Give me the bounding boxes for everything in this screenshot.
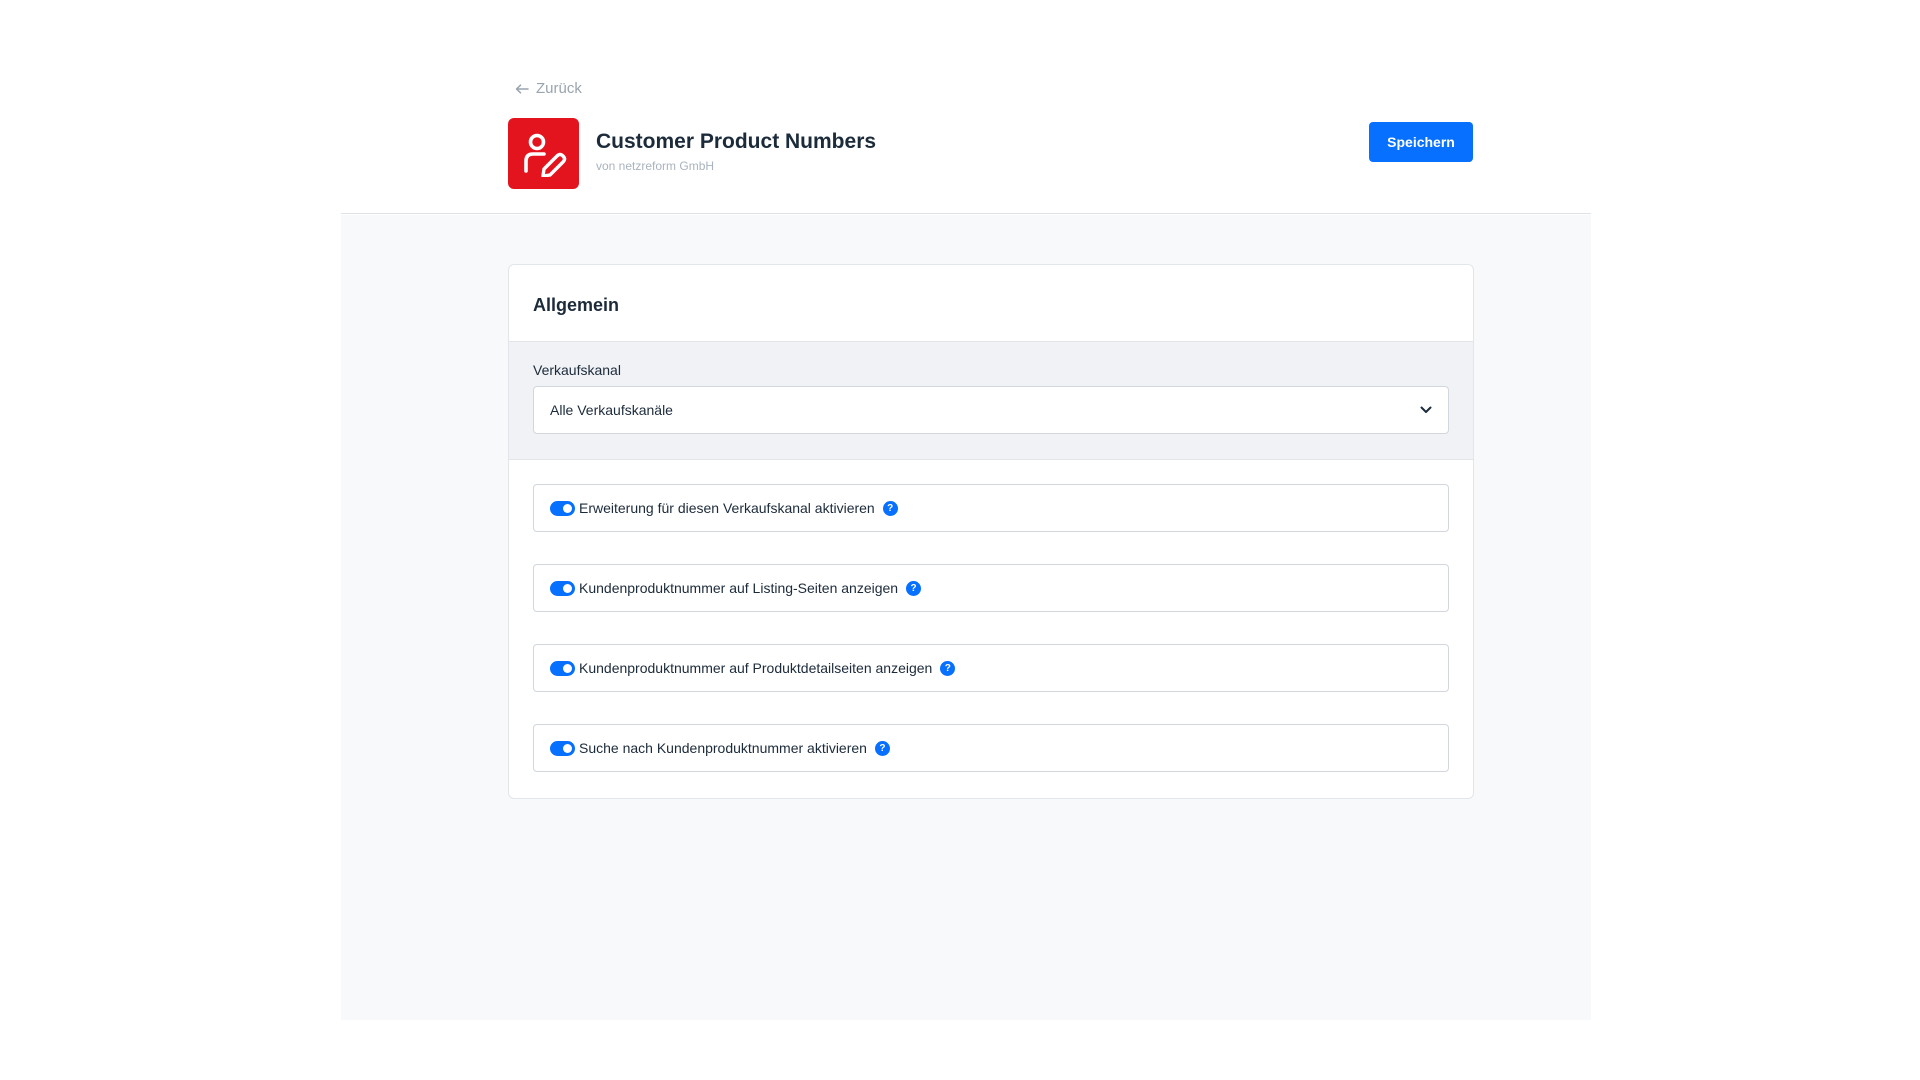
option-show-on-detail: Kundenproduktnummer auf Produktdetailsei… <box>533 644 1449 692</box>
option-label: Kundenproduktnummer auf Produktdetailsei… <box>579 660 933 676</box>
arrow-left-icon <box>515 83 529 94</box>
app-logo <box>508 118 579 189</box>
sales-channel-value: Alle Verkaufskanäle <box>550 402 673 418</box>
help-icon[interactable]: ? <box>906 580 922 596</box>
option-show-on-listing: Kundenproduktnummer auf Listing-Seiten a… <box>533 564 1449 612</box>
card-header: Allgemein <box>509 265 1473 342</box>
sales-channel-label: Verkaufskanal <box>533 362 621 378</box>
toggle-switch[interactable] <box>550 580 575 596</box>
main-content: Allgemein Verkaufskanal Alle Verkaufskan… <box>341 215 1591 1020</box>
option-enable-extension: Erweiterung für diesen Verkaufskanal akt… <box>533 484 1449 532</box>
settings-card: Allgemein Verkaufskanal Alle Verkaufskan… <box>508 264 1474 799</box>
sales-channel-section: Verkaufskanal Alle Verkaufskanäle <box>509 342 1473 460</box>
toggle-knob <box>563 503 572 513</box>
toggle-knob <box>563 663 572 673</box>
option-label: Suche nach Kundenproduktnummer aktiviere… <box>579 740 867 756</box>
toggle-knob <box>563 583 572 593</box>
save-button[interactable]: Speichern <box>1369 122 1473 162</box>
page-header: Zurück Customer Product Numbers von netz… <box>341 0 1591 214</box>
option-enable-search: Suche nach Kundenproduktnummer aktiviere… <box>533 724 1449 772</box>
help-icon[interactable]: ? <box>940 660 956 676</box>
help-icon[interactable]: ? <box>874 740 890 756</box>
toggle-switch[interactable] <box>550 660 575 676</box>
back-link[interactable]: Zurück <box>515 80 582 97</box>
sales-channel-select[interactable]: Alle Verkaufskanäle <box>533 386 1449 434</box>
options-list: Erweiterung für diesen Verkaufskanal akt… <box>509 460 1473 772</box>
toggle-switch[interactable] <box>550 740 575 756</box>
card-title: Allgemein <box>533 295 620 315</box>
option-label: Erweiterung für diesen Verkaufskanal akt… <box>579 500 875 516</box>
app-frame: Zurück Customer Product Numbers von netz… <box>341 0 1591 1020</box>
toggle-switch[interactable] <box>550 500 575 516</box>
page-title: Customer Product Numbers <box>596 130 877 153</box>
vendor-label: von netzreform GmbH <box>596 159 715 173</box>
toggle-knob <box>563 743 572 753</box>
help-icon[interactable]: ? <box>882 500 898 516</box>
back-label: Zurück <box>536 80 582 97</box>
user-pen-icon <box>523 133 566 177</box>
chevron-down-icon <box>1420 406 1432 413</box>
option-label: Kundenproduktnummer auf Listing-Seiten a… <box>579 580 899 596</box>
